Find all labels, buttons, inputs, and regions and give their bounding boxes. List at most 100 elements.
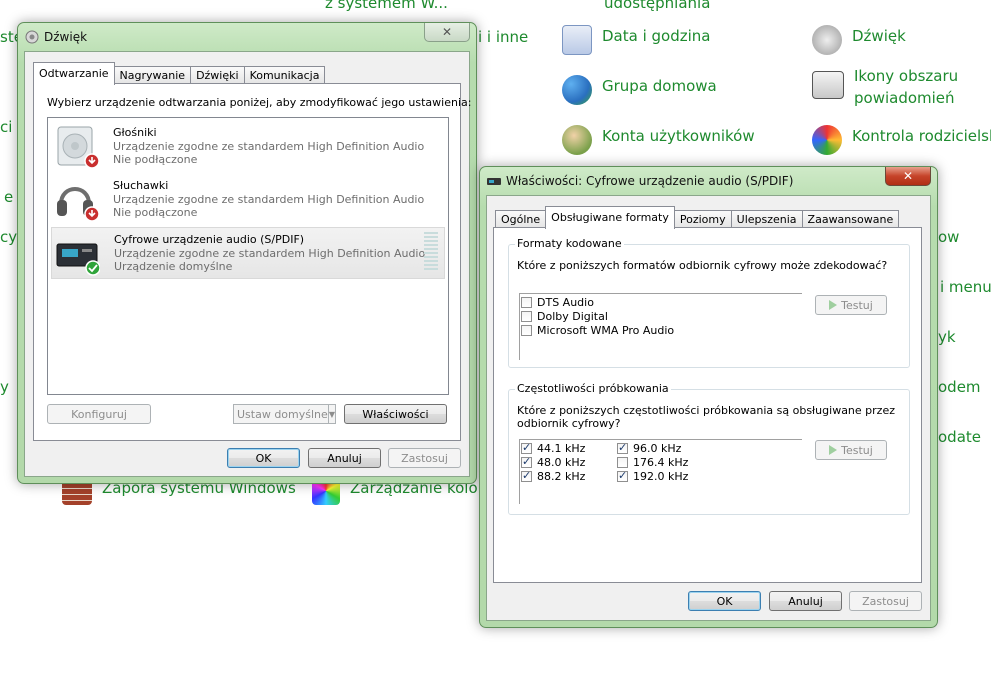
tab-playback[interactable]: Odtwarzanie: [33, 62, 115, 85]
cp-fragment: i menu: [940, 278, 991, 296]
properties-tabs: Ogólne Obsługiwane formaty Poziomy Uleps…: [495, 206, 900, 229]
digital-audio-device-icon: [56, 243, 100, 276]
cp-fragment: ow: [938, 228, 960, 246]
cp-fragment: z systemem W...: [325, 0, 448, 12]
rate-44-1[interactable]: 44.1 kHz: [521, 441, 585, 455]
sample-rates-title: Częstotliwości próbkowania: [515, 382, 671, 395]
sample-rates-group: Częstotliwości próbkowania Które z poniż…: [508, 382, 910, 515]
play-icon: [829, 445, 838, 455]
device-description: Urządzenie zgodne ze standardem High Def…: [113, 193, 425, 206]
device-status: Nie podłączone: [113, 206, 198, 219]
device-description: Urządzenie zgodne ze standardem High Def…: [113, 140, 425, 153]
test-sample-rates-button[interactable]: Testuj: [815, 440, 887, 460]
checkbox[interactable]: [521, 325, 532, 336]
device-digital-audio-spdif[interactable]: Cyfrowe urządzenie audio (S/PDIF) Urządz…: [51, 227, 445, 279]
sound-title: Dźwięk: [44, 30, 88, 44]
cp-item-sound[interactable]: Dźwięk: [812, 25, 906, 55]
checkbox[interactable]: [617, 469, 628, 482]
device-name: Słuchawki: [113, 179, 169, 192]
calendar-icon: [562, 25, 592, 55]
cp-fragment: i i inne: [478, 28, 529, 46]
cp-item-date-time[interactable]: Data i godzina: [562, 25, 710, 55]
device-headphones[interactable]: Słuchawki Urządzenie zgodne ze standarde…: [51, 174, 445, 224]
rate-176-4[interactable]: 176.4 kHz: [617, 456, 688, 469]
sound-dialog: Dźwięk ✕ Odtwarzanie Nagrywanie Dźwięki …: [17, 22, 477, 484]
close-icon: ✕: [441, 25, 453, 39]
close-icon: ✕: [902, 169, 914, 183]
ok-button[interactable]: OK: [688, 591, 761, 611]
cp-fragment: y: [0, 378, 9, 396]
notification-area-icon: [812, 71, 844, 99]
properties-titlebar[interactable]: Właściwości: Cyfrowe urządzenie audio (S…: [480, 167, 937, 195]
device-list: Głośniki Urządzenie zgodne ze standardem…: [47, 117, 449, 395]
cp-item-parental-controls[interactable]: Kontrola rodzicielsk: [812, 125, 991, 155]
volume-level-meter: [424, 232, 438, 272]
rate-48-0[interactable]: 48.0 kHz: [521, 455, 585, 469]
sample-rates-question-line2: odbiornik cyfrowy?: [517, 417, 621, 430]
cp-fragment: e: [4, 188, 14, 206]
sound-close-button[interactable]: ✕: [424, 23, 470, 42]
cancel-button[interactable]: Anuluj: [769, 591, 842, 611]
digital-audio-device-icon: [487, 178, 501, 185]
properties-close-button[interactable]: ✕: [885, 167, 931, 186]
tab-supported-formats[interactable]: Obsługiwane formaty: [545, 206, 675, 229]
set-default-dropdown[interactable]: Ustaw domyślne ▼: [233, 404, 336, 424]
sound-tabs: Odtwarzanie Nagrywanie Dźwięki Komunikac…: [33, 62, 326, 85]
test-encoded-button[interactable]: Testuj: [815, 295, 887, 315]
format-dts-audio[interactable]: DTS Audio: [521, 296, 594, 309]
properties-client-area: Ogólne Obsługiwane formaty Poziomy Uleps…: [486, 195, 931, 621]
device-speakers[interactable]: Głośniki Urządzenie zgodne ze standardem…: [51, 121, 445, 171]
cancel-button[interactable]: Anuluj: [308, 448, 381, 468]
checkbox[interactable]: [521, 441, 532, 454]
device-name: Głośniki: [113, 126, 157, 139]
play-icon: [829, 300, 838, 310]
checkbox[interactable]: [617, 457, 628, 468]
user-accounts-icon: [562, 125, 592, 155]
cp-fragment: cy: [0, 228, 18, 246]
device-status: Urządzenie domyślne: [114, 260, 233, 273]
sound-titlebar[interactable]: Dźwięk: [18, 23, 476, 51]
speaker-icon: [812, 25, 842, 55]
properties-button[interactable]: Właściwości: [344, 404, 447, 424]
format-wma-pro-audio[interactable]: Microsoft WMA Pro Audio: [521, 324, 674, 337]
checkbox[interactable]: [617, 441, 628, 454]
device-status: Nie podłączone: [113, 153, 198, 166]
sample-rates-list: 44.1 kHz 48.0 kHz 88.2 kHz 96.0 kHz: [519, 439, 802, 504]
rate-96-0[interactable]: 96.0 kHz: [617, 441, 681, 455]
sound-speaker-icon: [25, 30, 39, 44]
cp-item-homegroup[interactable]: Grupa domowa: [562, 75, 717, 105]
ok-button[interactable]: OK: [227, 448, 300, 468]
checkbox[interactable]: [521, 469, 532, 482]
supported-formats-panel: Formaty kodowane Które z poniższych form…: [493, 227, 922, 583]
encoded-formats-title: Formaty kodowane: [515, 237, 624, 250]
playback-panel: Wybierz urządzenie odtwarzania poniżej, …: [33, 83, 471, 441]
encoded-formats-list: DTS Audio Dolby Digital Microsoft WMA Pr…: [519, 293, 802, 360]
cp-fragment: udostępniania: [604, 0, 711, 12]
checkbox[interactable]: [521, 311, 532, 322]
sample-rates-question: Które z poniższych częstotliwości próbko…: [517, 404, 895, 417]
sound-client-area: Odtwarzanie Nagrywanie Dźwięki Komunikac…: [24, 51, 471, 477]
cp-item-notification-icons[interactable]: Ikony obszaru powiadomień: [812, 65, 958, 109]
rate-88-2[interactable]: 88.2 kHz: [521, 469, 585, 483]
properties-title: Właściwości: Cyfrowe urządzenie audio (S…: [506, 174, 794, 188]
configure-button[interactable]: Konfiguruj: [47, 404, 151, 424]
playback-instruction: Wybierz urządzenie odtwarzania poniżej, …: [47, 96, 472, 109]
properties-dialog: Właściwości: Cyfrowe urządzenie audio (S…: [479, 166, 938, 628]
checkbox[interactable]: [521, 455, 532, 468]
apply-button[interactable]: Zastosuj: [388, 448, 461, 468]
checkbox[interactable]: [521, 297, 532, 308]
set-default-label: Ustaw domyślne: [237, 407, 328, 421]
device-name: Cyfrowe urządzenie audio (S/PDIF): [114, 233, 305, 246]
encoded-formats-question: Które z poniższych formatów odbiornik cy…: [517, 259, 888, 272]
cp-fragment: odem: [938, 378, 981, 396]
format-dolby-digital[interactable]: Dolby Digital: [521, 310, 608, 323]
rate-192-0[interactable]: 192.0 kHz: [617, 469, 688, 483]
cp-item-user-accounts[interactable]: Konta użytkowników: [562, 125, 755, 155]
encoded-formats-group: Formaty kodowane Które z poniższych form…: [508, 237, 910, 368]
speakers-icon: [57, 126, 99, 169]
headphones-icon: [57, 187, 99, 222]
homegroup-icon: [562, 75, 592, 105]
parental-controls-icon: [812, 125, 842, 155]
apply-button[interactable]: Zastosuj: [849, 591, 922, 611]
cp-fragment: odate: [938, 428, 982, 446]
